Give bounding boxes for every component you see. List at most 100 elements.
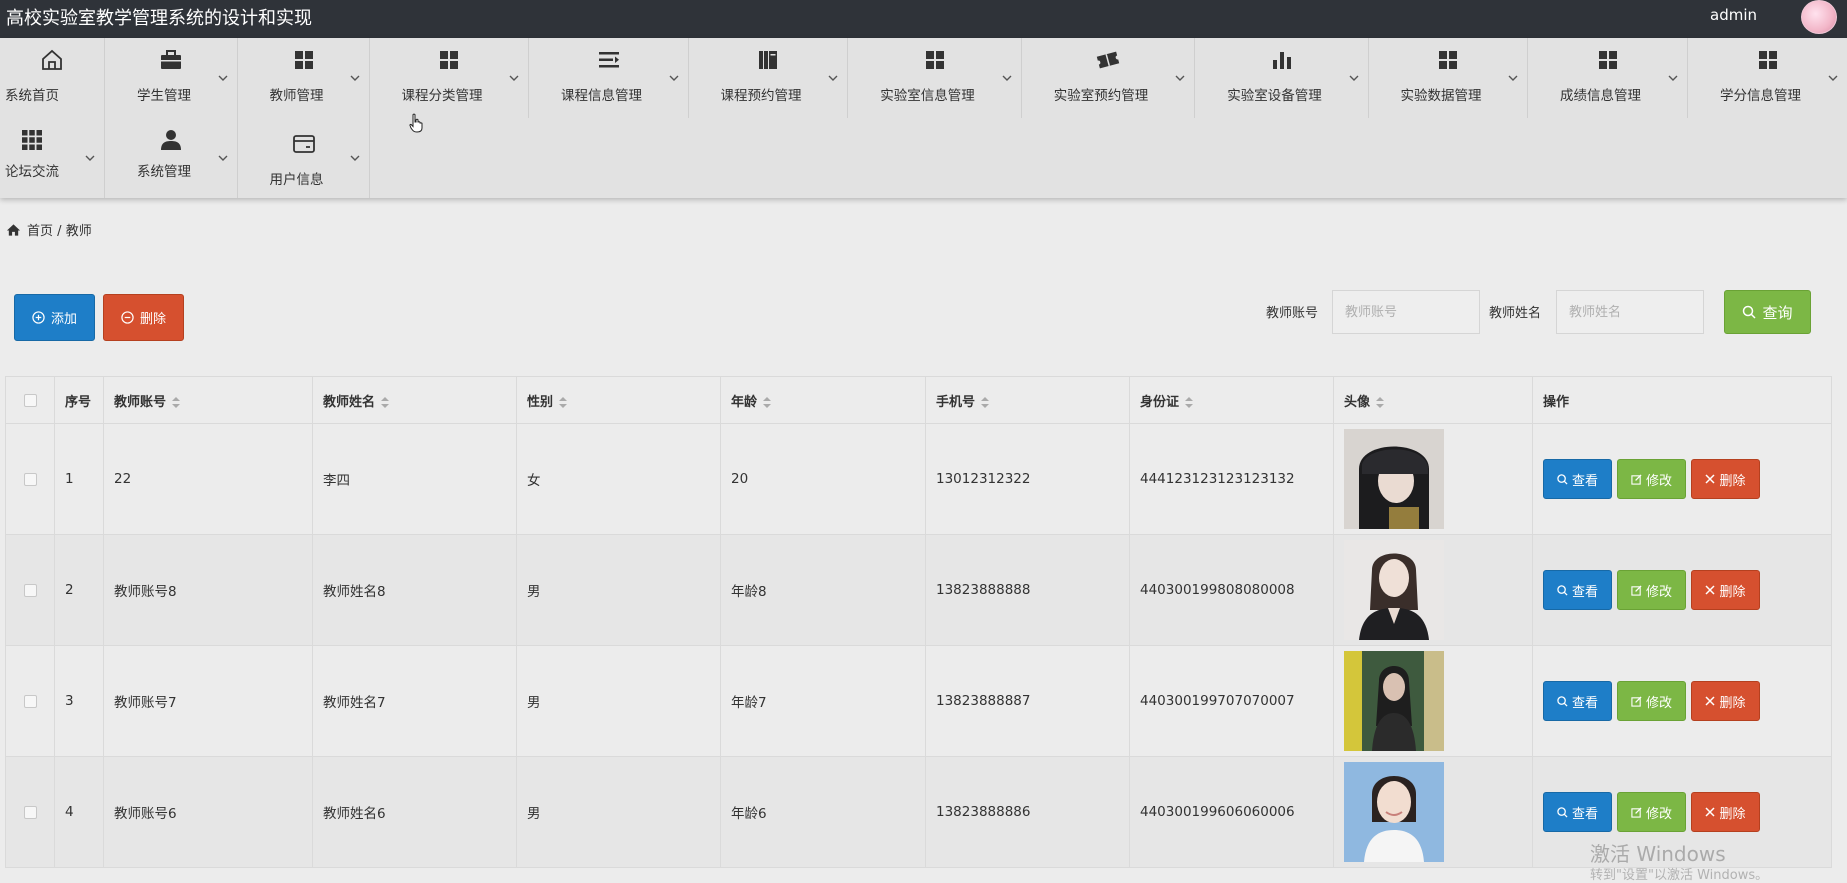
cell-age: 年龄8: [720, 534, 926, 646]
search-button[interactable]: 查询: [1724, 290, 1811, 334]
edit-button[interactable]: 修改: [1617, 570, 1686, 610]
username[interactable]: admin: [1710, 6, 1757, 24]
chevron-down-icon: [1508, 75, 1518, 81]
nav-item-experiment-data[interactable]: 实验数据管理: [1369, 38, 1528, 118]
nav-item-students[interactable]: 学生管理: [105, 38, 238, 118]
table-row: 3 教师账号7 教师姓名7 男 年龄7 13823888887 44030019…: [5, 645, 1832, 757]
cell-actions: 查看 修改 删除: [1532, 534, 1832, 646]
col-header-phone[interactable]: 手机号: [925, 376, 1130, 424]
breadcrumb-separator: /: [57, 224, 62, 239]
view-button[interactable]: 查看: [1543, 681, 1612, 721]
delete-label: 删除: [1719, 584, 1746, 600]
nav-item-grades[interactable]: 成绩信息管理: [1528, 38, 1688, 118]
chevron-down-icon: [1349, 75, 1359, 81]
edit-icon: [1631, 806, 1642, 818]
cell-age: 年龄6: [720, 756, 926, 868]
cell-no: 3: [54, 645, 104, 757]
edit-button[interactable]: 修改: [1617, 792, 1686, 832]
ticket-icon: [1096, 51, 1120, 69]
view-label: 查看: [1571, 695, 1598, 711]
close-icon: [1705, 807, 1716, 817]
cell-avatar: [1333, 645, 1533, 757]
nav-label: 实验室信息管理: [880, 88, 975, 104]
main-nav: 系统首页 学生管理 教师管理 课程分类管理 课程信息管理 课程预约管理 实验室信…: [0, 38, 1847, 198]
nav-item-system[interactable]: 系统管理: [105, 118, 238, 198]
delete-button[interactable]: 删除: [1691, 570, 1760, 610]
chevron-down-icon: [1002, 75, 1012, 81]
nav-item-course-booking[interactable]: 课程预约管理: [689, 38, 848, 118]
chevron-down-icon: [350, 155, 360, 161]
avatar-photo[interactable]: [1344, 762, 1444, 862]
edit-icon: [1631, 584, 1642, 596]
row-select-cell: [5, 534, 55, 646]
account-search-input[interactable]: [1332, 290, 1480, 334]
row-select-cell: [5, 423, 55, 535]
select-all-checkbox[interactable]: [23, 393, 37, 407]
col-header-no: 序号: [54, 376, 104, 424]
grid-icon: [1439, 51, 1457, 69]
delete-button[interactable]: 删除: [1691, 681, 1760, 721]
delete-button[interactable]: 删除: [1691, 792, 1760, 832]
nav-item-lab-info[interactable]: 实验室信息管理: [848, 38, 1022, 118]
nav-label: 用户信息: [269, 172, 324, 188]
row-checkbox[interactable]: [23, 805, 37, 819]
nav-item-lab-booking[interactable]: 实验室预约管理: [1022, 38, 1195, 118]
col-header-label: 教师账号: [114, 394, 167, 410]
edit-button[interactable]: 修改: [1617, 459, 1686, 499]
col-header-id-card[interactable]: 身份证: [1129, 376, 1334, 424]
col-header-label: 性别: [527, 394, 554, 410]
books-icon: [759, 51, 777, 69]
col-header-label: 身份证: [1140, 394, 1180, 410]
nav-item-teachers[interactable]: 教师管理: [238, 38, 370, 118]
row-select-cell: [5, 645, 55, 757]
nav-label: 系统首页: [5, 88, 59, 104]
col-header-age[interactable]: 年龄: [720, 376, 926, 424]
cell-avatar: [1333, 534, 1533, 646]
nav-label: 系统管理: [137, 164, 191, 180]
nav-item-course-info[interactable]: 课程信息管理: [529, 38, 689, 118]
edit-button[interactable]: 修改: [1617, 681, 1686, 721]
cell-phone: 13012312322: [925, 423, 1130, 535]
nav-item-user-info[interactable]: 用户信息: [238, 118, 370, 198]
nav-label: 学生管理: [137, 88, 191, 104]
col-header-avatar[interactable]: 头像: [1333, 376, 1533, 424]
nav-item-course-category[interactable]: 课程分类管理: [370, 38, 529, 118]
col-header-gender[interactable]: 性别: [516, 376, 721, 424]
sort-icon: [559, 396, 568, 408]
search-icon: [1557, 695, 1568, 707]
nav-item-forum[interactable]: 论坛交流: [0, 118, 105, 198]
breadcrumb-current: 教师: [65, 224, 92, 239]
batch-delete-button[interactable]: 删除: [103, 294, 184, 341]
chevron-down-icon: [218, 155, 228, 161]
sort-icon: [1376, 396, 1385, 408]
add-button[interactable]: 添加: [14, 294, 95, 341]
grid-icon: [294, 51, 313, 69]
row-checkbox[interactable]: [23, 472, 37, 486]
table-row: 4 教师账号6 教师姓名6 男 年龄6 13823888886 44030019…: [5, 756, 1832, 868]
cell-phone: 13823888886: [925, 756, 1130, 868]
row-checkbox[interactable]: [23, 583, 37, 597]
nav-item-home[interactable]: 系统首页: [0, 38, 105, 118]
delete-button[interactable]: 删除: [1691, 459, 1760, 499]
nav-item-credits[interactable]: 学分信息管理: [1688, 38, 1847, 118]
app-title: 高校实验室教学管理系统的设计和实现: [6, 8, 312, 29]
top-bar: 高校实验室教学管理系统的设计和实现 admin: [0, 0, 1847, 38]
avatar[interactable]: [1801, 0, 1837, 34]
nav-label: 实验室设备管理: [1227, 88, 1322, 104]
row-checkbox[interactable]: [23, 694, 37, 708]
avatar-photo[interactable]: [1344, 429, 1444, 529]
avatar-photo[interactable]: [1344, 540, 1444, 640]
view-button[interactable]: 查看: [1543, 792, 1612, 832]
view-button[interactable]: 查看: [1543, 459, 1612, 499]
avatar-photo[interactable]: [1344, 651, 1444, 751]
edit-label: 修改: [1645, 584, 1672, 600]
nav-label: 学分信息管理: [1720, 88, 1801, 104]
col-header-name[interactable]: 教师姓名: [312, 376, 517, 424]
delete-label: 删除: [1719, 695, 1746, 711]
nav-item-lab-equipment[interactable]: 实验室设备管理: [1195, 38, 1369, 118]
name-search-input[interactable]: [1556, 290, 1704, 334]
col-header-account[interactable]: 教师账号: [103, 376, 313, 424]
view-button[interactable]: 查看: [1543, 570, 1612, 610]
breadcrumb-home[interactable]: 首页: [27, 224, 53, 239]
person-icon: [161, 130, 181, 150]
